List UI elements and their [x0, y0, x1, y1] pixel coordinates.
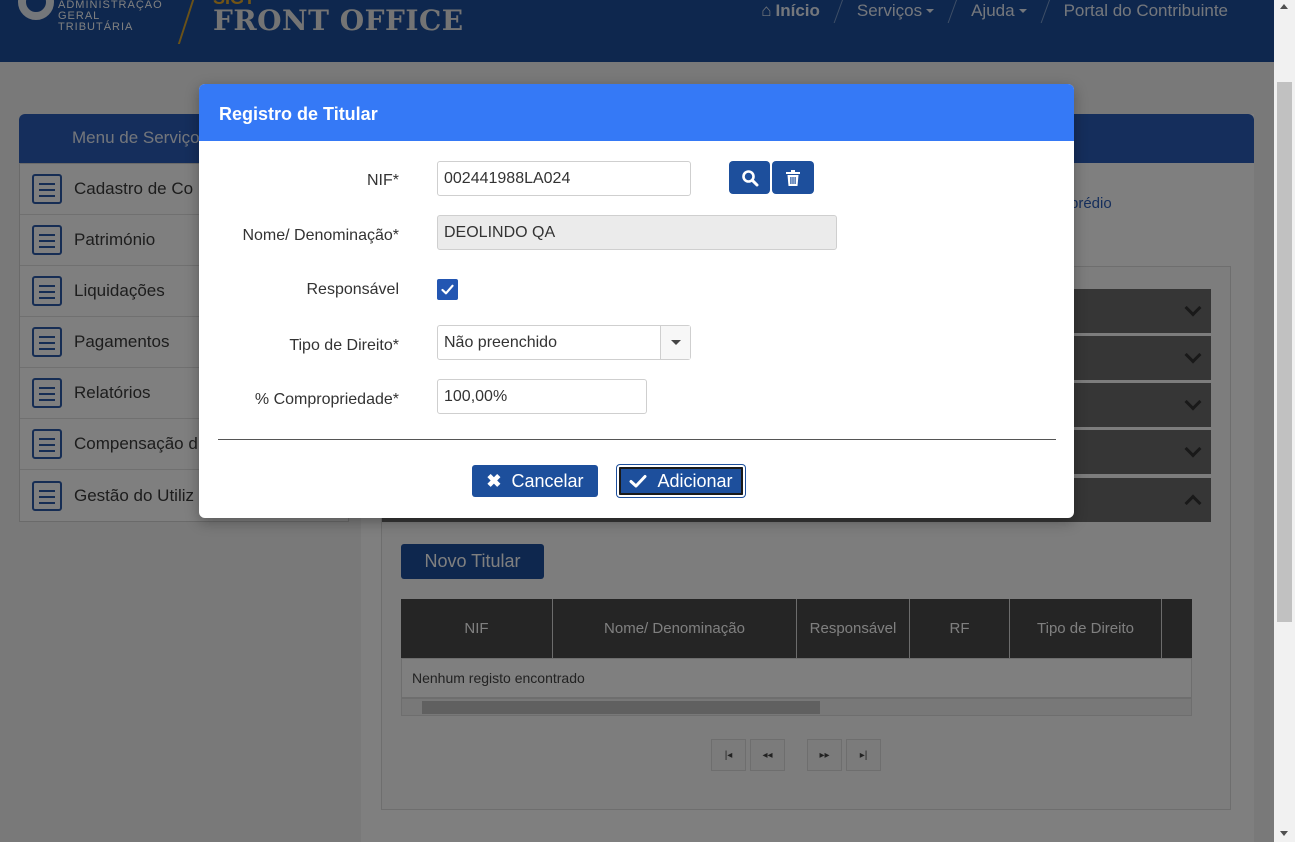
- modal-title: Registro de Titular: [199, 84, 1074, 141]
- add-button-label: Adicionar: [657, 470, 733, 491]
- scroll-up-arrow-icon[interactable]: [1280, 4, 1288, 9]
- search-nif-button[interactable]: [729, 161, 770, 194]
- add-button[interactable]: Adicionar: [617, 465, 745, 497]
- name-field: DEOLINDO QA: [437, 215, 837, 250]
- checkmark-icon: [441, 284, 454, 295]
- right-type-select[interactable]: Não preenchido: [437, 325, 691, 360]
- scrollbar-thumb[interactable]: [1277, 82, 1292, 622]
- responsible-label: Responsável: [306, 281, 400, 298]
- responsible-checkbox[interactable]: [437, 279, 458, 300]
- check-icon: [629, 475, 647, 488]
- ownership-input[interactable]: 100,00%: [437, 379, 647, 414]
- page-vertical-scrollbar[interactable]: [1274, 0, 1295, 842]
- dropdown-arrow-icon[interactable]: [660, 326, 690, 359]
- nif-label: NIF*: [367, 172, 399, 189]
- cancel-button-label: Cancelar: [511, 470, 584, 491]
- modal-divider: [218, 439, 1056, 440]
- nif-input[interactable]: 002441988LA024: [437, 161, 691, 196]
- ownership-label: % Compropriedade*: [254, 391, 399, 408]
- scroll-down-arrow-icon[interactable]: [1280, 831, 1288, 836]
- cancel-button[interactable]: ✖ Cancelar: [472, 465, 598, 497]
- name-label: Nome/ Denominação*: [242, 227, 399, 244]
- right-type-label: Tipo de Direito*: [289, 337, 399, 354]
- clear-nif-button[interactable]: [772, 161, 814, 194]
- search-icon: [741, 169, 758, 186]
- close-icon: ✖: [486, 471, 502, 491]
- trash-icon: [786, 169, 800, 186]
- right-type-selected-value: Não preenchido: [444, 334, 557, 351]
- register-holder-modal: Registro de Titular NIF* 002441988LA024 …: [199, 84, 1074, 518]
